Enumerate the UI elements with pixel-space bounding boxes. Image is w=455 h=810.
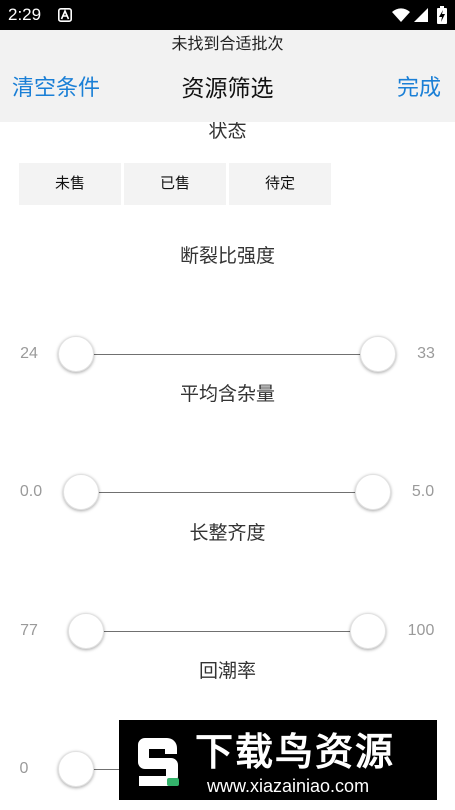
- slider-min-label: 77: [20, 622, 38, 639]
- status-bar: 2:29: [0, 0, 455, 30]
- breaking-strength-title: 断裂比强度: [179, 246, 275, 267]
- slider-high-thumb[interactable]: [355, 474, 391, 510]
- slider-track[interactable]: [76, 354, 378, 355]
- length-uniformity-slider: 77 100: [0, 611, 455, 651]
- slider-min-label: 0.0: [19, 483, 43, 500]
- status-option-unsold[interactable]: 未售: [19, 163, 121, 205]
- battery-charging-icon: [437, 6, 447, 24]
- slider-track[interactable]: [86, 631, 368, 632]
- slider-max-label: 5.0: [411, 483, 435, 500]
- cell-signal-icon: [414, 8, 428, 22]
- status-option-pending[interactable]: 待定: [229, 163, 331, 205]
- breaking-strength-slider: 24 33: [0, 334, 455, 374]
- watermark-logo-icon: [133, 734, 185, 795]
- slider-low-thumb[interactable]: [63, 474, 99, 510]
- trash-content-title: 平均含杂量: [179, 384, 275, 405]
- watermark-brand: 下载鸟资源: [195, 732, 396, 774]
- wifi-icon: [392, 8, 410, 22]
- slider-track[interactable]: [81, 492, 373, 493]
- length-uniformity-title: 长整齐度: [189, 523, 266, 544]
- status-section-title: 状态: [208, 121, 247, 142]
- slider-min-label: 24: [20, 345, 38, 362]
- done-button[interactable]: 完成: [397, 74, 441, 102]
- slider-low-thumb[interactable]: [68, 613, 104, 649]
- slider-high-thumb[interactable]: [360, 336, 396, 372]
- slider-low-thumb[interactable]: [58, 751, 94, 787]
- moisture-regain-title: 回潮率: [198, 661, 256, 682]
- watermark: 下载鸟资源 www.xiazainiao.com: [119, 720, 437, 800]
- notice-text: 未找到合适批次: [171, 36, 284, 53]
- status-option-sold[interactable]: 已售: [124, 163, 226, 205]
- clear-conditions-button[interactable]: 清空条件: [12, 74, 100, 102]
- app-notification-icon: [58, 8, 72, 22]
- status-time: 2:29: [8, 5, 42, 24]
- trash-content-slider: 0.0 5.0: [0, 472, 455, 512]
- watermark-url: www.xiazainiao.com: [207, 776, 370, 796]
- slider-low-thumb[interactable]: [58, 336, 94, 372]
- slider-min-label: 0: [19, 760, 29, 777]
- filter-header: 未找到合适批次 清空条件 资源筛选 完成: [0, 30, 455, 122]
- slider-high-thumb[interactable]: [350, 613, 386, 649]
- slider-max-label: 100: [407, 622, 435, 639]
- slider-max-label: 33: [417, 345, 435, 362]
